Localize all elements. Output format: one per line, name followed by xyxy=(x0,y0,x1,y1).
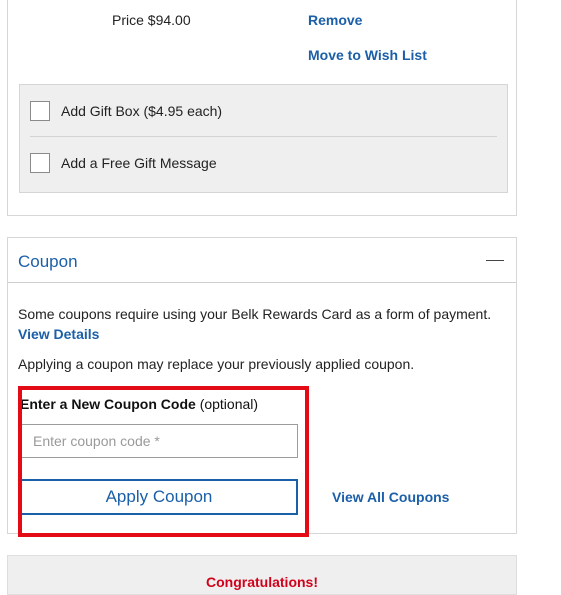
coupon-info-text: Some coupons require using your Belk Rew… xyxy=(18,306,492,322)
coupon-entry-label-bold: Enter a New Coupon Code xyxy=(20,396,196,412)
gift-message-label: Add a Free Gift Message xyxy=(61,155,217,171)
gift-box-label: Add Gift Box ($4.95 each) xyxy=(61,103,223,119)
collapse-icon[interactable] xyxy=(486,260,504,261)
view-all-coupons-link[interactable]: View All Coupons xyxy=(332,489,449,505)
coupon-title: Coupon xyxy=(18,252,78,271)
gift-message-checkbox[interactable] xyxy=(30,153,50,173)
gift-box-checkbox[interactable] xyxy=(30,101,50,121)
coupon-section: Coupon Some coupons require using your B… xyxy=(7,237,517,534)
coupon-replace-notice: Applying a coupon may replace your previ… xyxy=(18,356,415,372)
gift-box-option[interactable]: Add Gift Box ($4.95 each) xyxy=(30,99,222,123)
congrats-text: Congratulations! xyxy=(206,574,318,590)
apply-coupon-button[interactable]: Apply Coupon xyxy=(20,479,298,515)
coupon-entry-label: Enter a New Coupon Code (optional) xyxy=(20,396,258,412)
gift-options-divider xyxy=(30,136,497,137)
gift-options-panel: Add Gift Box ($4.95 each) Add a Free Gif… xyxy=(19,84,508,193)
remove-link[interactable]: Remove xyxy=(308,12,362,28)
move-to-wish-list-link[interactable]: Move to Wish List xyxy=(308,47,427,63)
view-details-link[interactable]: View Details xyxy=(18,326,99,342)
congrats-panel: Congratulations! xyxy=(7,555,517,595)
coupon-entry-label-optional: (optional) xyxy=(199,396,259,412)
coupon-header[interactable]: Coupon xyxy=(8,238,516,283)
gift-message-option[interactable]: Add a Free Gift Message xyxy=(30,151,217,175)
cart-item-card: Price $94.00 Remove Move to Wish List Ad… xyxy=(7,0,517,216)
item-price: Price $94.00 xyxy=(112,12,191,28)
coupon-code-input[interactable] xyxy=(20,424,298,458)
